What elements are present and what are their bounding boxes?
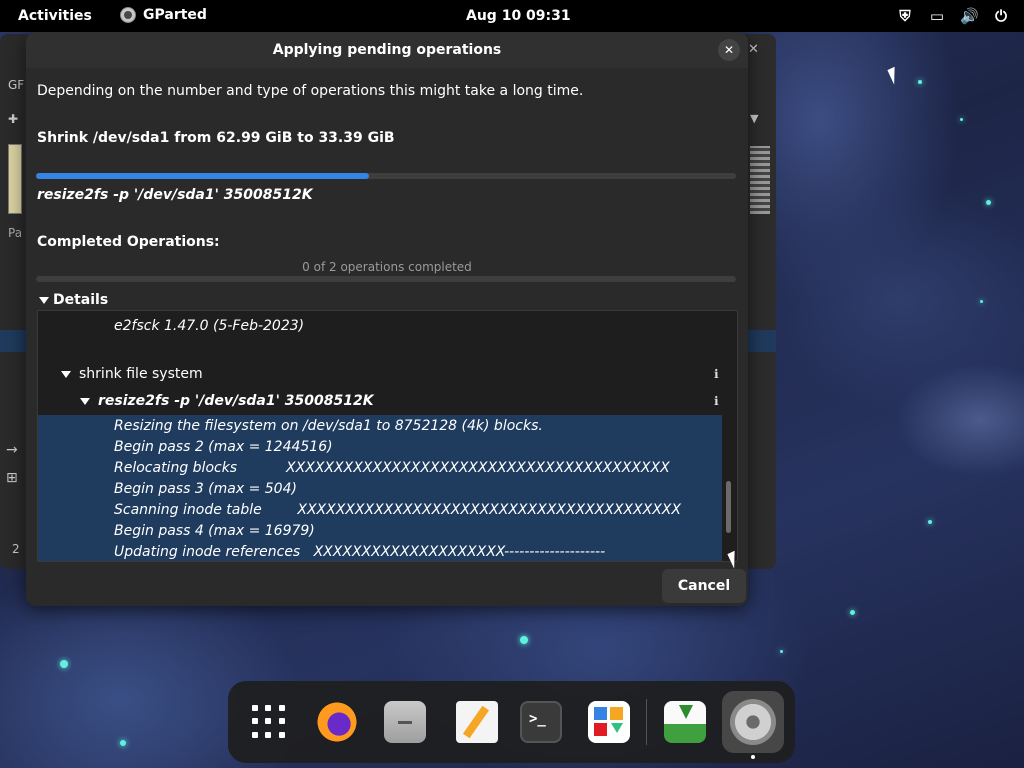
tree-row[interactable]: resize2fs -p '/dev/sda1' 35008512K ℹ — [38, 388, 722, 414]
output-line: Relocating blocks XXXXXXXXXXXXXXXXXXXXXX… — [114, 459, 670, 476]
completed-operations-count: 0 of 2 operations completed — [302, 260, 472, 274]
details-label: Details — [53, 292, 109, 308]
completed-operations-label: Completed Operations: — [37, 234, 220, 250]
output-line: Begin pass 2 (max = 1244516) — [114, 438, 333, 455]
info-icon: ℹ — [714, 367, 719, 381]
activities-button[interactable]: Activities — [18, 8, 92, 24]
operation-title: Shrink /dev/sda1 from 62.99 GiB to 33.39… — [37, 130, 395, 146]
top-bar: Activities GParted Aug 10 09:31 ⛨ ▭ 🔊 ⏻ — [0, 0, 1024, 32]
details-scrollbar[interactable] — [726, 481, 731, 533]
gparted-icon — [120, 7, 136, 23]
system-tray[interactable]: ⛨ ▭ 🔊 ⏻ — [896, 7, 1010, 25]
output-line: Scanning inode table XXXXXXXXXXXXXXXXXXX… — [114, 501, 681, 518]
output-line: Updating inode references XXXXXXXXXXXXXX… — [114, 543, 606, 560]
chevron-down-icon[interactable]: ▼ — [750, 112, 758, 125]
files-icon[interactable] — [384, 701, 426, 743]
triangle-down-icon — [61, 370, 71, 378]
tree-row[interactable]: e2fsck 1.47.0 (5-Feb-2023) — [38, 313, 722, 339]
info-icon: ℹ — [714, 394, 719, 408]
output-line: Begin pass 4 (max = 16979) — [114, 522, 315, 539]
software-icon[interactable] — [588, 701, 630, 743]
output-line: Resizing the filesystem on /dev/sda1 to … — [114, 417, 543, 434]
column-header-fragment: Pa — [8, 226, 23, 240]
network-icon[interactable]: ▭ — [928, 7, 946, 25]
details-expander[interactable]: Details — [39, 292, 108, 308]
completed-progress-bar — [36, 276, 736, 282]
close-icon[interactable]: ✕ — [748, 42, 759, 57]
tree-row[interactable]: shrink file system ℹ — [38, 361, 722, 387]
triangle-down-icon — [80, 397, 90, 405]
dock — [228, 681, 795, 763]
operation-progress-bar — [36, 173, 736, 179]
unallocated-graphic — [750, 146, 770, 214]
installer-icon[interactable] — [664, 701, 706, 743]
power-icon[interactable]: ⏻ — [992, 7, 1010, 25]
selected-output-block[interactable]: Resizing the filesystem on /dev/sda1 to … — [38, 415, 722, 561]
dialog-title: Applying pending operations — [272, 42, 502, 58]
app-name: GParted — [143, 7, 207, 23]
dialog-description: Depending on the number and type of oper… — [37, 83, 584, 99]
show-apps-icon[interactable] — [252, 705, 286, 739]
partition-graphic — [8, 144, 22, 214]
mouse-cursor — [887, 63, 909, 85]
apply-operations-dialog: Applying pending operations ✕ Depending … — [26, 32, 748, 606]
resize-icon[interactable]: → — [6, 442, 18, 458]
app-menu[interactable]: GParted — [120, 7, 207, 23]
clock[interactable]: Aug 10 09:31 — [466, 8, 571, 24]
e2fsck-version: e2fsck 1.47.0 (5-Feb-2023) — [114, 318, 305, 334]
running-indicator — [751, 755, 755, 759]
terminal-icon[interactable] — [520, 701, 562, 743]
close-icon: ✕ — [723, 43, 735, 57]
firefox-icon[interactable] — [316, 701, 358, 743]
output-line: Begin pass 3 (max = 504) — [114, 480, 297, 497]
current-command: resize2fs -p '/dev/sda1' 35008512K — [37, 187, 313, 203]
window-title-fragment: GF — [8, 78, 25, 92]
resize-command-label: resize2fs -p '/dev/sda1' 35008512K — [98, 393, 374, 409]
shrink-file-system-label: shrink file system — [79, 366, 203, 382]
volume-icon[interactable]: 🔊 — [960, 7, 979, 25]
pending-count: 2 — [12, 542, 20, 556]
operation-progress-fill — [36, 173, 369, 179]
details-tree[interactable]: e2fsck 1.47.0 (5-Feb-2023) shrink file s… — [37, 310, 738, 562]
cancel-button[interactable]: Cancel — [662, 569, 746, 603]
shield-icon[interactable]: ⛨ — [896, 7, 914, 25]
gparted-dock-icon[interactable] — [730, 699, 776, 745]
add-icon[interactable]: ⊞ — [6, 470, 18, 486]
text-editor-icon[interactable] — [456, 701, 498, 743]
dock-separator — [646, 699, 647, 745]
triangle-down-icon — [39, 296, 49, 304]
dialog-close-button[interactable]: ✕ — [718, 39, 740, 61]
toolbar-new-icon[interactable]: ✚ — [8, 112, 18, 126]
